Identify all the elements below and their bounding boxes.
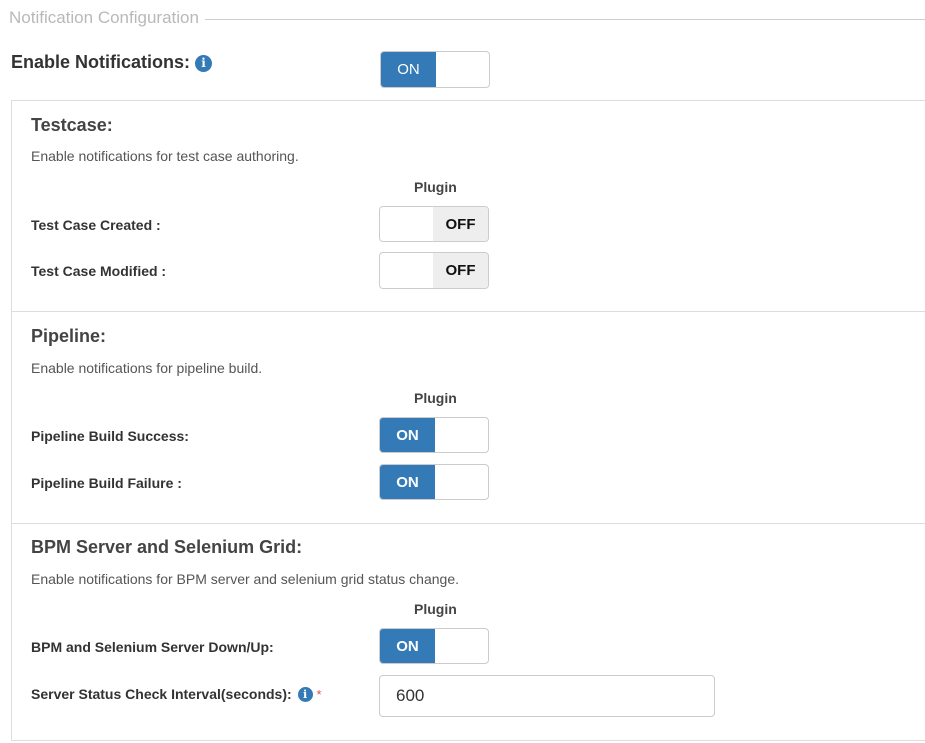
fieldset-legend: Notification Configuration [0,8,925,30]
toggle-state: ON [381,52,436,87]
bpm-plugin-header: Plugin [414,601,457,617]
bpm-title: BPM Server and Selenium Grid: [31,537,303,557]
toggle-state: OFF [433,253,488,288]
legend-title: Notification Configuration [9,8,199,27]
info-icon[interactable]: i [297,687,313,702]
server-status-interval-text: Server Status Check Interval(seconds): [31,686,292,702]
testcase-plugin-header: Plugin [414,179,457,195]
bpm-server-down-up-toggle[interactable]: ON [379,628,489,664]
toggle-state: ON [380,418,435,452]
pipeline-description: Enable notifications for pipeline build. [31,360,263,376]
testcase-description: Enable notifications for test case autho… [31,148,299,164]
test-case-modified-toggle[interactable]: OFF [379,252,489,289]
pipeline-build-success-label: Pipeline Build Success: [31,428,189,444]
server-status-interval-label: Server Status Check Interval(seconds): i… [31,686,322,702]
section-divider [11,523,925,524]
enable-notifications-toggle[interactable]: ON [380,51,490,88]
pipeline-build-failure-toggle[interactable]: ON [379,464,489,500]
testcase-title: Testcase: [31,115,113,135]
enable-notifications-label: Enable Notifications: i [11,52,213,73]
test-case-modified-label: Test Case Modified : [31,263,167,279]
toggle-state: OFF [433,207,488,241]
section-divider [11,311,925,312]
server-status-interval-input[interactable] [379,675,715,717]
pipeline-build-success-toggle[interactable]: ON [379,417,489,453]
required-marker: * [316,687,322,702]
pipeline-build-failure-label: Pipeline Build Failure : [31,475,182,491]
test-case-created-label: Test Case Created : [31,217,161,233]
test-case-created-toggle[interactable]: OFF [379,206,489,242]
bpm-description: Enable notifications for BPM server and … [31,571,460,587]
info-icon[interactable]: i [195,55,213,72]
enable-notifications-text: Enable Notifications: [11,52,191,72]
bpm-server-down-up-label: BPM and Selenium Server Down/Up: [31,639,274,655]
pipeline-plugin-header: Plugin [414,390,457,406]
toggle-state: ON [380,629,435,663]
toggle-state: ON [380,465,435,499]
pipeline-title: Pipeline: [31,326,107,346]
legend-divider [205,19,925,20]
